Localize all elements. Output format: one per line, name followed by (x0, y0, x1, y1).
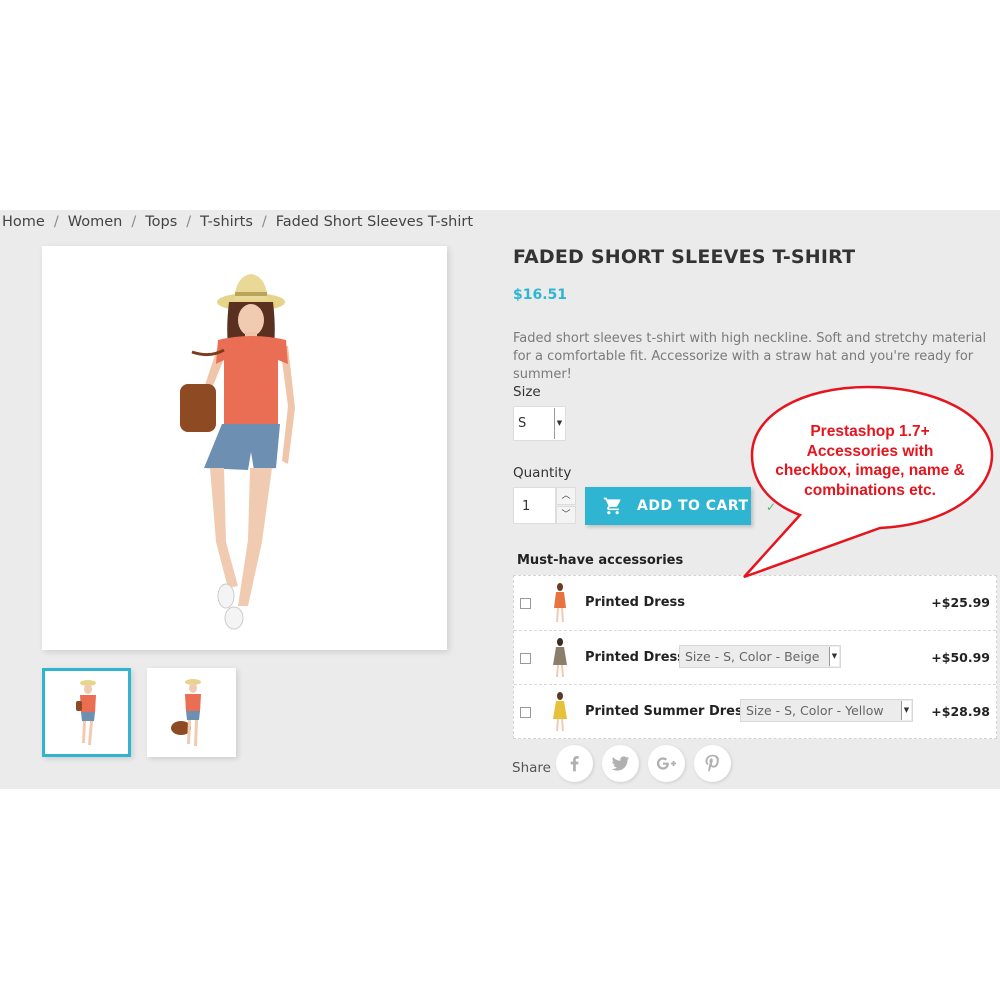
breadcrumb-tshirts[interactable]: T-shirts (200, 214, 253, 230)
accessories-list: Printed Dress +$25.99 Printed Dress Size… (513, 575, 997, 739)
accessory-name[interactable]: Printed Dress (585, 595, 685, 610)
accessory-image (553, 638, 567, 677)
callout-line: combinations etc. (804, 481, 936, 499)
quantity-label: Quantity (513, 465, 572, 481)
accessory-name[interactable]: Printed Dress (585, 650, 685, 665)
shopping-cart-icon (603, 497, 621, 515)
facebook-icon (570, 756, 579, 772)
accessories-title: Must-have accessories (517, 553, 684, 568)
product-price: $16.51 (513, 287, 568, 303)
accessory-image (553, 692, 567, 731)
accessory-combination-select[interactable]: Size - S, Color - Yellow ▼ (740, 699, 913, 722)
model-photo (180, 274, 295, 630)
add-to-cart-label: ADD TO CART (637, 498, 749, 514)
breadcrumb-separator: / (261, 214, 267, 230)
size-label: Size (513, 384, 541, 400)
annotation-callout-text: Prestashop 1.7+ Accessories with checkbo… (752, 422, 988, 500)
product-title: FADED SHORT SLEEVES T-SHIRT (513, 246, 856, 268)
thumbnail-1[interactable] (42, 668, 131, 757)
chevron-down-icon: ▼ (554, 408, 564, 439)
product-description: Faded short sleeves t-shirt with high ne… (513, 331, 987, 382)
add-to-cart-button[interactable]: ADD TO CART (585, 487, 751, 525)
breadcrumb-tops[interactable]: Tops (145, 214, 177, 230)
quantity-decrease-button[interactable]: ﹀ (556, 506, 576, 524)
list-item: Printed Dress +$25.99 (514, 576, 996, 630)
google-plus-icon (656, 757, 677, 770)
thumbnail-photo (76, 680, 96, 745)
share-google-plus-button[interactable] (648, 745, 685, 782)
share-label: Share (512, 760, 551, 776)
accessory-combination-value: Size - S, Color - Beige (685, 649, 820, 664)
breadcrumb-separator: / (53, 214, 59, 230)
quantity-increase-button[interactable]: ︿ (556, 487, 576, 505)
quantity-input[interactable]: 1 (513, 487, 556, 524)
accessory-combination-value: Size - S, Color - Yellow (746, 703, 884, 718)
share-twitter-button[interactable] (602, 745, 639, 782)
share-pinterest-button[interactable] (694, 745, 731, 782)
product-main-image[interactable] (42, 246, 447, 650)
callout-line: Accessories with (806, 442, 934, 460)
accessory-price: +$50.99 (931, 650, 990, 665)
thumbnail-2[interactable] (147, 668, 236, 757)
breadcrumb-current: Faded Short Sleeves T-shirt (275, 214, 474, 230)
breadcrumb-separator: / (131, 214, 137, 230)
size-select-value: S (518, 416, 527, 431)
size-select[interactable]: S ▼ (513, 406, 566, 441)
chevron-down-icon: ▼ (829, 647, 839, 666)
callout-line: checkbox, image, name & (775, 462, 965, 479)
breadcrumb-women[interactable]: Women (68, 214, 123, 230)
twitter-icon (611, 756, 630, 771)
chevron-down-icon: ﹀ (561, 510, 571, 520)
callout-line: Prestashop 1.7+ (810, 423, 930, 440)
pinterest-icon (705, 754, 719, 773)
quantity-value: 1 (522, 499, 531, 514)
list-item: Printed Dress Size - S, Color - Beige ▼ … (514, 630, 996, 685)
accessory-checkbox[interactable] (520, 707, 531, 718)
share-facebook-button[interactable] (556, 745, 593, 782)
accessory-price: +$25.99 (931, 595, 990, 610)
accessory-name[interactable]: Printed Summer Dress (585, 704, 750, 719)
accessory-combination-select[interactable]: Size - S, Color - Beige ▼ (679, 645, 841, 668)
breadcrumb-separator: / (186, 214, 192, 230)
thumbnail-photo (171, 679, 201, 746)
breadcrumb: Home / Women / Tops / T-shirts / Faded Short Sle… (2, 214, 473, 230)
accessory-checkbox[interactable] (520, 653, 531, 664)
chevron-down-icon: ▼ (901, 701, 911, 720)
accessory-price: +$28.98 (931, 704, 990, 719)
accessory-image (554, 583, 566, 622)
accessory-checkbox[interactable] (520, 598, 531, 609)
breadcrumb-home[interactable]: Home (2, 214, 45, 230)
chevron-up-icon: ︿ (561, 491, 571, 501)
list-item: Printed Summer Dress Size - S, Color - Y… (514, 684, 996, 739)
